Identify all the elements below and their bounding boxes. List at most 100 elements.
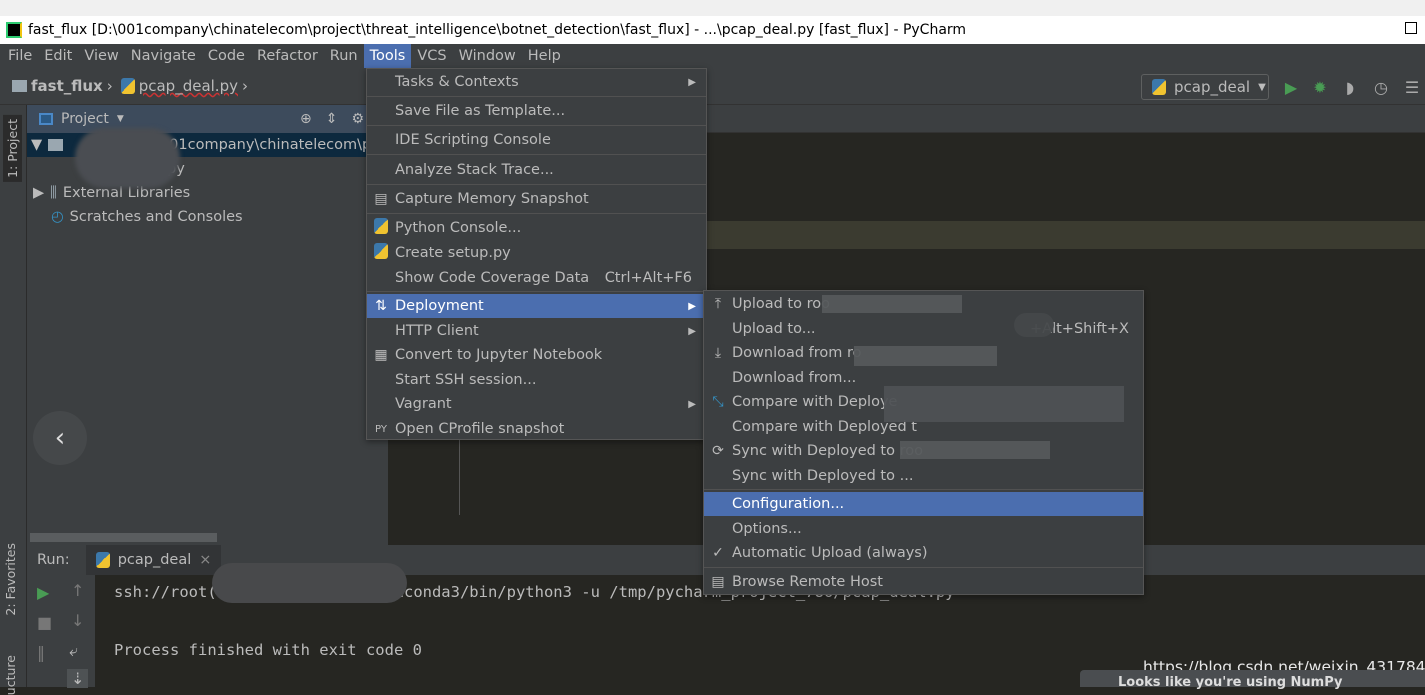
menu-item-label: Python Console... — [395, 220, 522, 236]
menu-item-automatic-upload[interactable]: ✓ Automatic Upload (always) — [704, 541, 1143, 565]
menu-view[interactable]: View — [78, 44, 124, 68]
python-icon — [95, 552, 110, 568]
compare-icon: ⤡ — [712, 394, 724, 410]
pause-icon[interactable]: ‖ — [37, 643, 45, 662]
menu-help[interactable]: Help — [522, 44, 567, 68]
menu-item-save-template[interactable]: Save File as Template... — [367, 99, 706, 123]
redacted-area — [884, 386, 1124, 422]
menu-item-label: Open CProfile snapshot — [395, 421, 565, 437]
soft-wrap-icon[interactable]: ⤶ — [69, 641, 78, 661]
library-icon: ⫼ — [50, 185, 57, 201]
run-configuration-select[interactable]: pcap_deal ▼ — [1141, 74, 1269, 100]
menu-item-label: HTTP Client — [395, 323, 479, 339]
menu-item-label: Options... — [732, 521, 802, 537]
menu-item-code-coverage[interactable]: Show Code Coverage Data Ctrl+Alt+F6 — [367, 266, 706, 290]
menu-item-capture-memory[interactable]: ▤ Capture Memory Snapshot — [367, 187, 706, 211]
menu-item-deployment[interactable]: ⇅ Deployment ▶ — [367, 294, 706, 318]
tree-item-label: Scratches and Consoles — [69, 209, 243, 225]
expand-icon: ▼ — [31, 137, 43, 153]
rerun-icon[interactable]: ▶ — [37, 583, 49, 602]
jupyter-icon: ▦ — [374, 347, 388, 363]
menu-item-label: Deployment — [395, 298, 484, 314]
console-line: Process finished with exit code 0 — [114, 641, 422, 659]
python-icon — [372, 218, 390, 238]
down-arrow-icon[interactable]: ↓ — [71, 611, 84, 630]
redacted-area — [212, 563, 407, 603]
menu-item-convert-jupyter[interactable]: ▦ Convert to Jupyter Notebook — [367, 343, 706, 367]
python-file-icon — [120, 78, 135, 94]
profile-icon[interactable]: ◷ — [1372, 79, 1390, 97]
menu-item-python-console[interactable]: Python Console... — [367, 216, 706, 240]
menu-item-options[interactable]: Options... — [704, 517, 1143, 541]
horizontal-scrollbar[interactable] — [30, 533, 217, 542]
menu-vcs[interactable]: VCS — [411, 44, 452, 68]
breadcrumb-project[interactable]: fast_flux › — [12, 77, 113, 95]
menu-run[interactable]: Run — [324, 44, 364, 68]
folder-icon — [12, 80, 27, 92]
stop-icon[interactable]: ■ — [37, 613, 52, 632]
up-arrow-icon[interactable]: ↑ — [71, 581, 84, 600]
menu-item-label: Vagrant — [395, 396, 452, 412]
menu-item-http-client[interactable]: HTTP Client ▶ — [367, 319, 706, 343]
menu-file[interactable]: File — [2, 44, 38, 68]
menu-item-browse-remote-host[interactable]: ▤ Browse Remote Host — [704, 570, 1143, 594]
submenu-arrow-icon: ▶ — [688, 300, 696, 312]
tab-favorites[interactable]: 2: Favorites — [3, 543, 18, 616]
numpy-notification[interactable]: Looks like you're using NumPy — [1080, 670, 1425, 690]
menu-item-start-ssh[interactable]: Start SSH session... — [367, 368, 706, 392]
concurrency-icon[interactable]: ☰ — [1403, 79, 1421, 97]
scroll-to-end-icon[interactable]: ⇣ — [67, 669, 89, 688]
collapse-all-icon[interactable]: ⇕ — [326, 111, 338, 127]
run-tab[interactable]: pcap_deal × — [85, 545, 222, 575]
project-view-select[interactable]: Project — [61, 111, 109, 127]
menu-item-upload-to[interactable]: Upload to... +Alt+Shift+X — [704, 317, 1143, 341]
menu-code[interactable]: Code — [202, 44, 251, 68]
coverage-icon[interactable]: ◗ — [1341, 79, 1359, 97]
menu-window[interactable]: Window — [453, 44, 522, 68]
menu-item-vagrant[interactable]: Vagrant ▶ — [367, 392, 706, 416]
pycharm-logo-icon — [6, 22, 22, 38]
menu-item-ide-scripting-console[interactable]: IDE Scripting Console — [367, 128, 706, 152]
close-icon[interactable]: × — [199, 552, 211, 568]
separator — [367, 96, 706, 97]
redacted-area — [822, 295, 962, 313]
sync-icon: ⟳ — [712, 443, 724, 459]
menu-item-open-cprofile[interactable]: PY Open CProfile snapshot — [367, 417, 706, 441]
run-label: Run: — [37, 552, 70, 568]
menu-item-label: Download from... — [732, 370, 857, 386]
gear-icon[interactable]: ⚙ — [351, 111, 364, 127]
locate-icon[interactable]: ⊕ — [300, 111, 312, 127]
run-tab-label: pcap_deal — [117, 552, 192, 568]
menu-tools[interactable]: Tools — [363, 44, 412, 68]
tree-item-scratches[interactable]: ◴ Scratches and Consoles — [27, 205, 388, 229]
menu-item-label: Start SSH session... — [395, 372, 537, 388]
menu-item-label: Compare with Deploye — [732, 394, 898, 410]
menu-item-analyze-stack-trace[interactable]: Analyze Stack Trace... — [367, 158, 706, 182]
python-icon — [372, 243, 390, 263]
tree-item-label: 01company\chinatelecom\pro — [169, 137, 386, 153]
submenu-arrow-icon: ▶ — [688, 325, 696, 337]
tab-structure[interactable]: ucture — [3, 655, 18, 695]
menu-navigate[interactable]: Navigate — [125, 44, 202, 68]
debug-bug-icon[interactable]: ✹ — [1311, 79, 1329, 97]
tree-item-external-libraries[interactable]: ▶ ⫼ External Libraries — [27, 181, 388, 205]
menu-item-label: Show Code Coverage Data — [395, 270, 590, 286]
download-icon: ⤓ — [714, 345, 722, 361]
menu-item-label: Configuration... — [732, 496, 845, 512]
maximize-button[interactable] — [1405, 22, 1417, 34]
menu-item-label: Sync with Deployed to roo — [732, 443, 923, 459]
redacted-area — [900, 441, 1050, 459]
back-arrow-button[interactable]: ‹ — [33, 411, 87, 465]
menu-item-tasks-contexts[interactable]: Tasks & Contexts ▶ — [367, 70, 706, 94]
project-view-icon — [39, 113, 53, 125]
menu-refactor[interactable]: Refactor — [251, 44, 324, 68]
menu-edit[interactable]: Edit — [38, 44, 78, 68]
run-icon[interactable]: ▶ — [1282, 79, 1300, 97]
menu-item-label: Download from ro — [732, 345, 862, 361]
menu-item-configuration[interactable]: Configuration... — [704, 492, 1143, 516]
menu-item-create-setup[interactable]: Create setup.py — [367, 241, 706, 265]
menu-item-sync-deployed-to[interactable]: Sync with Deployed to ... — [704, 464, 1143, 488]
menu-item-label: Tasks & Contexts — [395, 74, 519, 90]
breadcrumb-file[interactable]: pcap_deal.py › — [120, 77, 248, 95]
tab-project[interactable]: 1: Project — [3, 115, 22, 182]
